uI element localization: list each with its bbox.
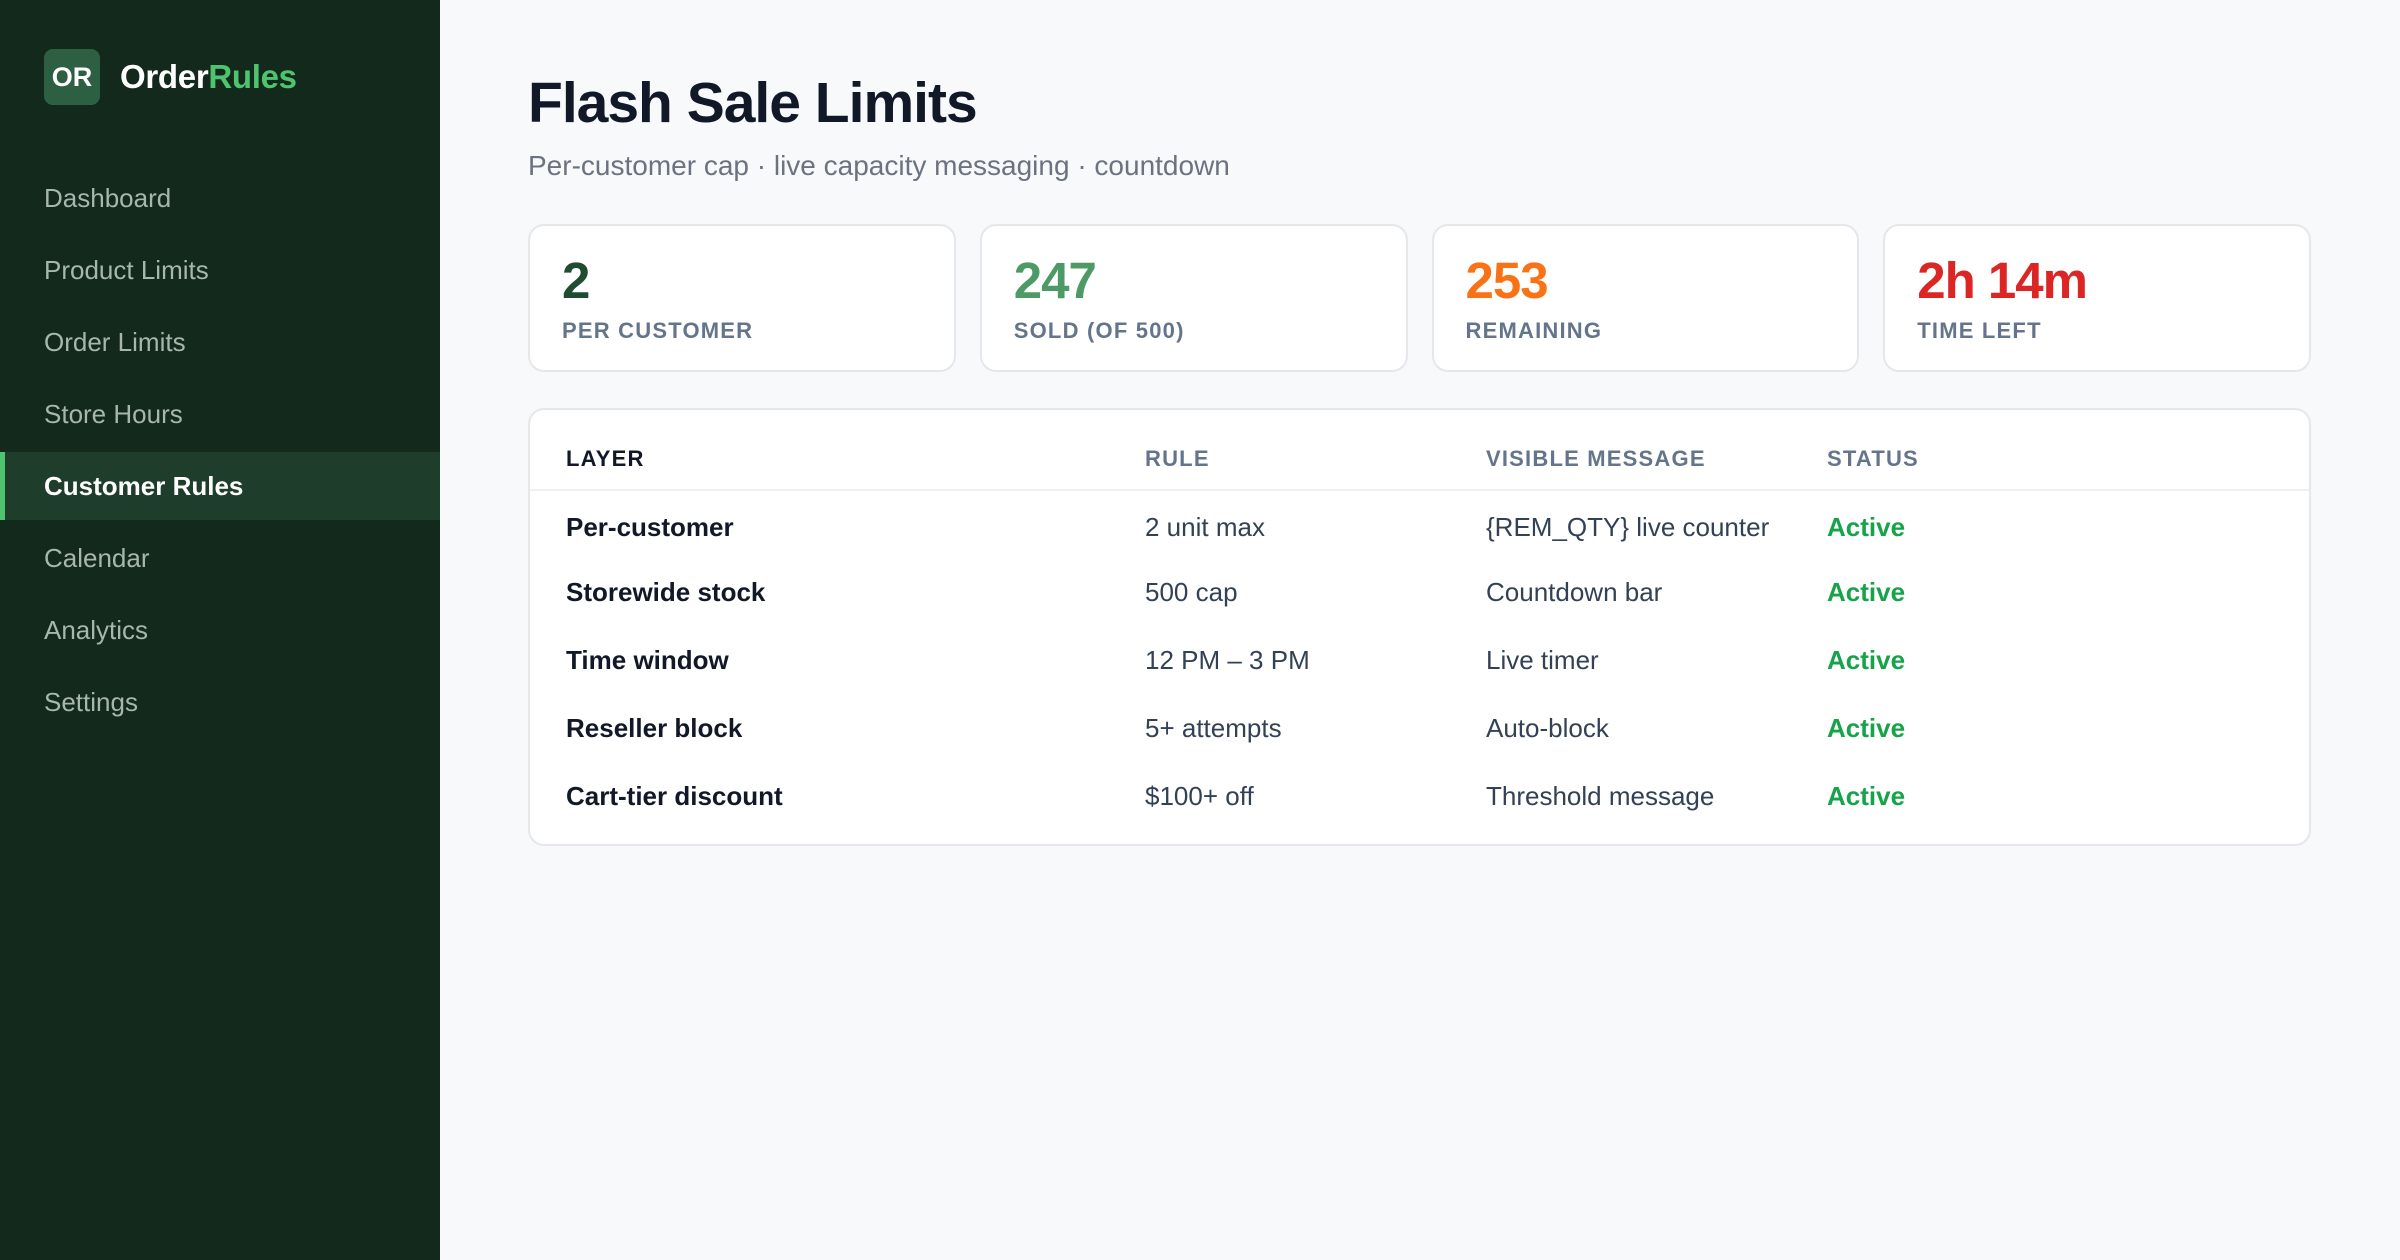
main-content: Flash Sale Limits Per-customer cap · liv… <box>440 0 2400 1260</box>
stat-value: 247 <box>1013 252 1097 309</box>
cell-rule: 2 unit max <box>1145 512 1265 542</box>
sidebar: OR OrderRules Dashboard Product Limits O… <box>0 0 440 1260</box>
status-badge: Active <box>1827 780 1906 811</box>
cell-rule: 12 PM – 3 PM <box>1145 644 1310 675</box>
sidebar-item-dashboard[interactable]: Dashboard <box>0 164 440 232</box>
sidebar-item-calendar[interactable]: Calendar <box>0 524 440 592</box>
column-header-rule: RULE <box>1145 410 1486 491</box>
page-title: Flash Sale Limits <box>528 71 978 135</box>
stat-card-time-left: 2h 14m TIME LEFT <box>1883 224 2311 372</box>
stats-row: 2 PER CUSTOMER 247 SOLD (OF 500) 253 REM… <box>528 224 2311 372</box>
cell-layer: Per-customer <box>566 512 734 542</box>
table-row[interactable]: Storewide stock 500 cap Countdown bar Ac… <box>530 558 2309 626</box>
status-badge: Active <box>1827 712 1906 743</box>
column-header-visible-message: VISIBLE MESSAGE <box>1486 410 1827 491</box>
table-row[interactable]: Time window 12 PM – 3 PM Live timer Acti… <box>530 626 2309 694</box>
sidebar-item-order-limits[interactable]: Order Limits <box>0 308 440 376</box>
stat-label: REMAINING <box>1465 318 1603 343</box>
sidebar-item-analytics[interactable]: Analytics <box>0 596 440 664</box>
table-row[interactable]: Cart-tier discount $100+ off Threshold m… <box>530 762 2309 830</box>
page-subtitle: Per-customer cap · live capacity messagi… <box>528 150 1230 181</box>
cell-message: {REM_QTY} live counter <box>1486 512 1770 542</box>
app-root: OR OrderRules Dashboard Product Limits O… <box>0 0 2400 1260</box>
stat-label: SOLD (OF 500) <box>1013 318 1185 343</box>
status-badge: Active <box>1827 576 1906 607</box>
brand-name: OrderRules <box>120 58 297 96</box>
cell-message: Threshold message <box>1486 780 1715 811</box>
sidebar-item-product-limits[interactable]: Product Limits <box>0 236 440 304</box>
table-header-row: LAYER RULE VISIBLE MESSAGE STATUS <box>530 410 2309 491</box>
cell-rule: 500 cap <box>1145 576 1238 607</box>
sidebar-nav: Dashboard Product Limits Order Limits St… <box>0 164 440 736</box>
cell-message: Countdown bar <box>1486 576 1663 607</box>
column-header-layer: LAYER <box>530 410 1145 491</box>
rules-table-card: LAYER RULE VISIBLE MESSAGE STATUS Per-cu… <box>528 408 2311 846</box>
sidebar-item-settings[interactable]: Settings <box>0 668 440 736</box>
brand[interactable]: OR OrderRules <box>0 48 440 106</box>
table-row[interactable]: Reseller block 5+ attempts Auto-block Ac… <box>530 694 2309 762</box>
rules-table: LAYER RULE VISIBLE MESSAGE STATUS Per-cu… <box>530 410 2309 830</box>
sidebar-item-customer-rules[interactable]: Customer Rules <box>0 452 440 520</box>
column-header-status: STATUS <box>1827 410 2309 491</box>
cell-message: Auto-block <box>1486 712 1609 743</box>
cell-rule: 5+ attempts <box>1145 712 1282 743</box>
cell-layer: Cart-tier discount <box>566 780 783 811</box>
brand-logo: OR <box>44 49 100 105</box>
cell-layer: Time window <box>566 644 729 675</box>
stat-value: 2 <box>562 252 590 309</box>
cell-layer: Reseller block <box>566 712 743 743</box>
stat-card-sold: 247 SOLD (OF 500) <box>979 224 1408 372</box>
stat-label: PER CUSTOMER <box>562 318 754 343</box>
status-badge: Active <box>1827 512 1906 542</box>
cell-message: Live timer <box>1486 644 1599 675</box>
cell-layer: Storewide stock <box>566 576 766 607</box>
sidebar-item-store-hours[interactable]: Store Hours <box>0 380 440 448</box>
status-badge: Active <box>1827 644 1906 675</box>
stat-value: 253 <box>1465 252 1549 309</box>
brand-name-part2: Rules <box>208 58 297 95</box>
stat-card-remaining: 253 REMAINING <box>1431 224 1860 372</box>
table-row[interactable]: Per-customer 2 unit max {REM_QTY} live c… <box>530 490 2309 558</box>
stat-card-per-customer: 2 PER CUSTOMER <box>528 224 956 372</box>
cell-rule: $100+ off <box>1145 780 1254 811</box>
stat-label: TIME LEFT <box>1917 318 2042 343</box>
brand-name-part1: Order <box>120 58 209 95</box>
stat-value: 2h 14m <box>1917 252 2088 309</box>
